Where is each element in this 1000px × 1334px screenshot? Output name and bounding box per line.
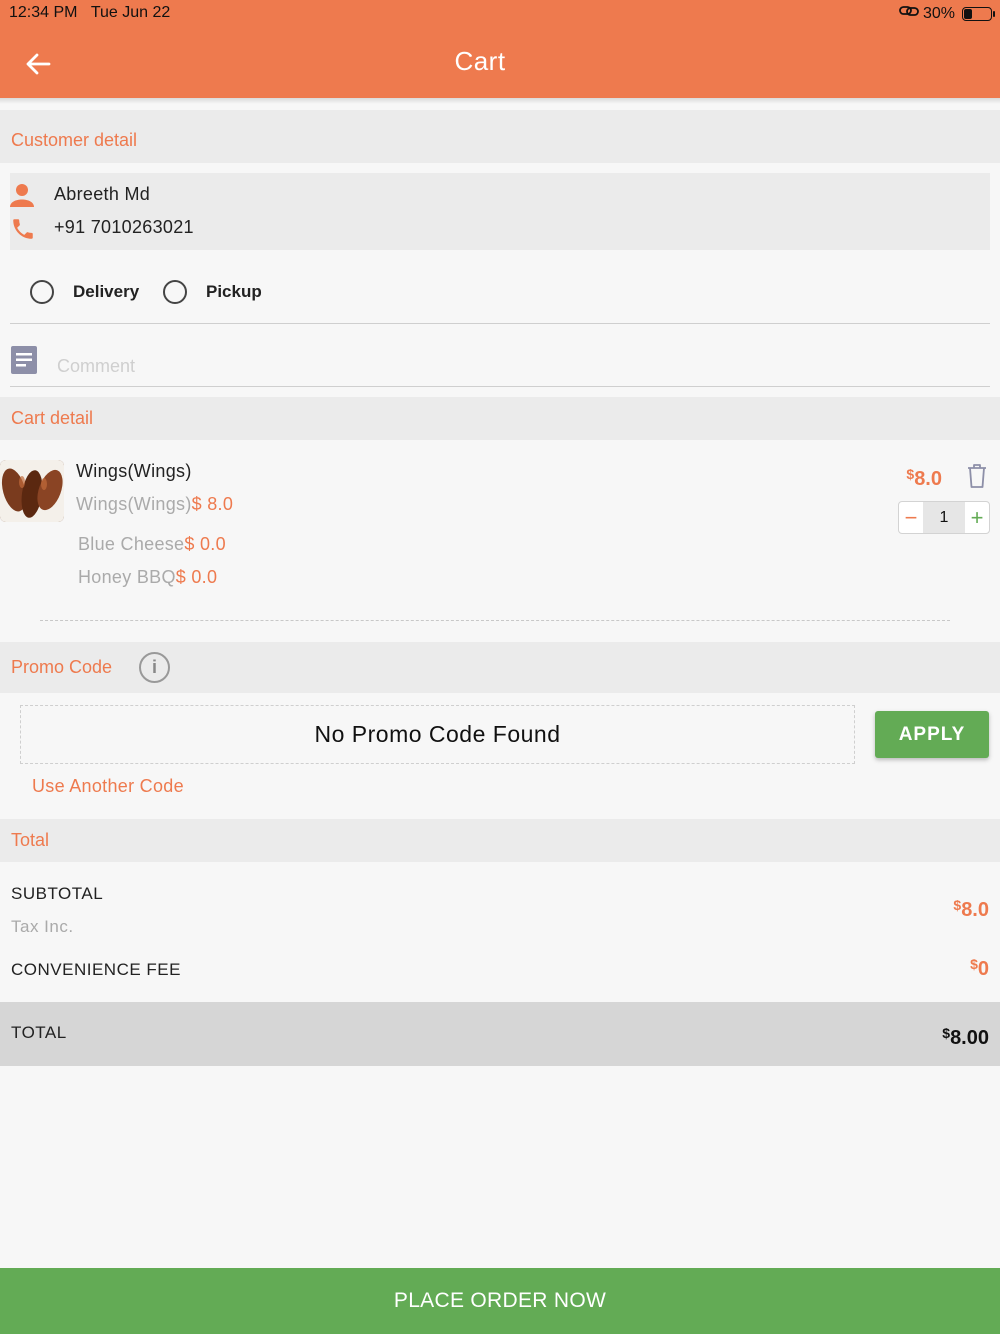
item-price: $8.0: [906, 466, 942, 491]
subtotal-label: SUBTOTAL: [11, 884, 104, 903]
link-icon: [899, 4, 919, 23]
item-name: Wings(Wings): [76, 461, 192, 481]
comment-underline: [10, 386, 990, 387]
battery-level: [964, 8, 973, 19]
increment-button[interactable]: +: [965, 502, 989, 533]
total-section-title: Total: [11, 830, 50, 850]
status-date: Tue Jun 22: [90, 4, 171, 21]
quantity-stepper: − 1 +: [898, 501, 990, 534]
battery-icon: [962, 6, 995, 21]
currency-symbol: $: [970, 956, 978, 972]
customer-section-title: Customer detail: [11, 130, 138, 150]
place-order-button[interactable]: PLACE ORDER NOW: [0, 1268, 1000, 1334]
cart-section-header: Cart detail: [0, 397, 1000, 440]
trash-icon: [968, 464, 986, 488]
customer-card: Abreeth Md +91 7010263021: [10, 173, 990, 250]
pickup-radio[interactable]: [163, 280, 187, 304]
decrement-button[interactable]: −: [899, 502, 923, 533]
total-label: TOTAL: [11, 1023, 67, 1042]
convenience-fee-label: CONVENIENCE FEE: [11, 960, 181, 979]
subtotal-amount: 8.0: [961, 899, 989, 921]
total-section-header: Total: [0, 819, 1000, 862]
info-icon[interactable]: i: [139, 652, 170, 683]
page-title: Cart: [454, 46, 506, 76]
currency-symbol: $: [942, 1025, 951, 1041]
promo-empty-text: No Promo Code Found: [314, 721, 561, 747]
battery-percent: 30%: [922, 4, 955, 22]
customer-phone: +91 7010263021: [54, 217, 194, 237]
addon-name: Honey BBQ: [78, 567, 176, 587]
delivery-radio[interactable]: [30, 280, 54, 304]
person-icon: [10, 183, 34, 212]
divider: [10, 323, 990, 324]
status-indicators: 30%: [899, 4, 995, 23]
cart-section-title: Cart detail: [11, 408, 94, 428]
use-another-code-link[interactable]: Use Another Code: [32, 776, 184, 797]
item-variant-name: Wings(Wings): [76, 494, 192, 514]
note-icon: [11, 346, 37, 379]
item-addon: Blue Cheese$ 0.0: [78, 534, 226, 555]
delivery-label: Delivery: [73, 282, 140, 301]
apply-button[interactable]: APPLY: [875, 711, 989, 758]
comment-input[interactable]: [57, 350, 987, 382]
item-separator: [40, 620, 950, 621]
item-variant-price: $ 8.0: [191, 494, 234, 514]
quantity-value: 1: [923, 502, 965, 533]
item-image: [0, 460, 64, 522]
addon-price: $ 0.0: [175, 567, 218, 587]
delete-item-button[interactable]: [966, 463, 992, 491]
addon-name: Blue Cheese: [78, 534, 185, 554]
item-addon: Honey BBQ$ 0.0: [78, 567, 217, 588]
promo-section-title: Promo Code: [11, 657, 113, 677]
item-variant: Wings(Wings)$ 8.0: [76, 494, 233, 515]
total-row: [0, 1002, 1000, 1066]
addon-price: $ 0.0: [184, 534, 226, 554]
item-price-value: 8.0: [914, 468, 942, 490]
promo-code-box: No Promo Code Found: [20, 705, 855, 764]
customer-name: Abreeth Md: [54, 184, 151, 204]
phone-icon: [10, 216, 36, 247]
pickup-label: Pickup: [206, 282, 262, 301]
subtotal-value: $8.0: [953, 897, 989, 922]
tax-note: Tax Inc.: [11, 917, 74, 936]
status-time: 12:34 PM Tue Jun 22: [9, 4, 170, 22]
total-value: $8.00: [942, 1025, 989, 1050]
convenience-fee-value: $0: [970, 956, 989, 981]
fee-amount: 0: [977, 958, 989, 980]
total-amount: 8.00: [950, 1027, 989, 1049]
status-clock: 12:34 PM: [9, 4, 78, 21]
customer-section-header: Customer detail: [0, 110, 1000, 163]
header-shadow: [0, 98, 1000, 104]
